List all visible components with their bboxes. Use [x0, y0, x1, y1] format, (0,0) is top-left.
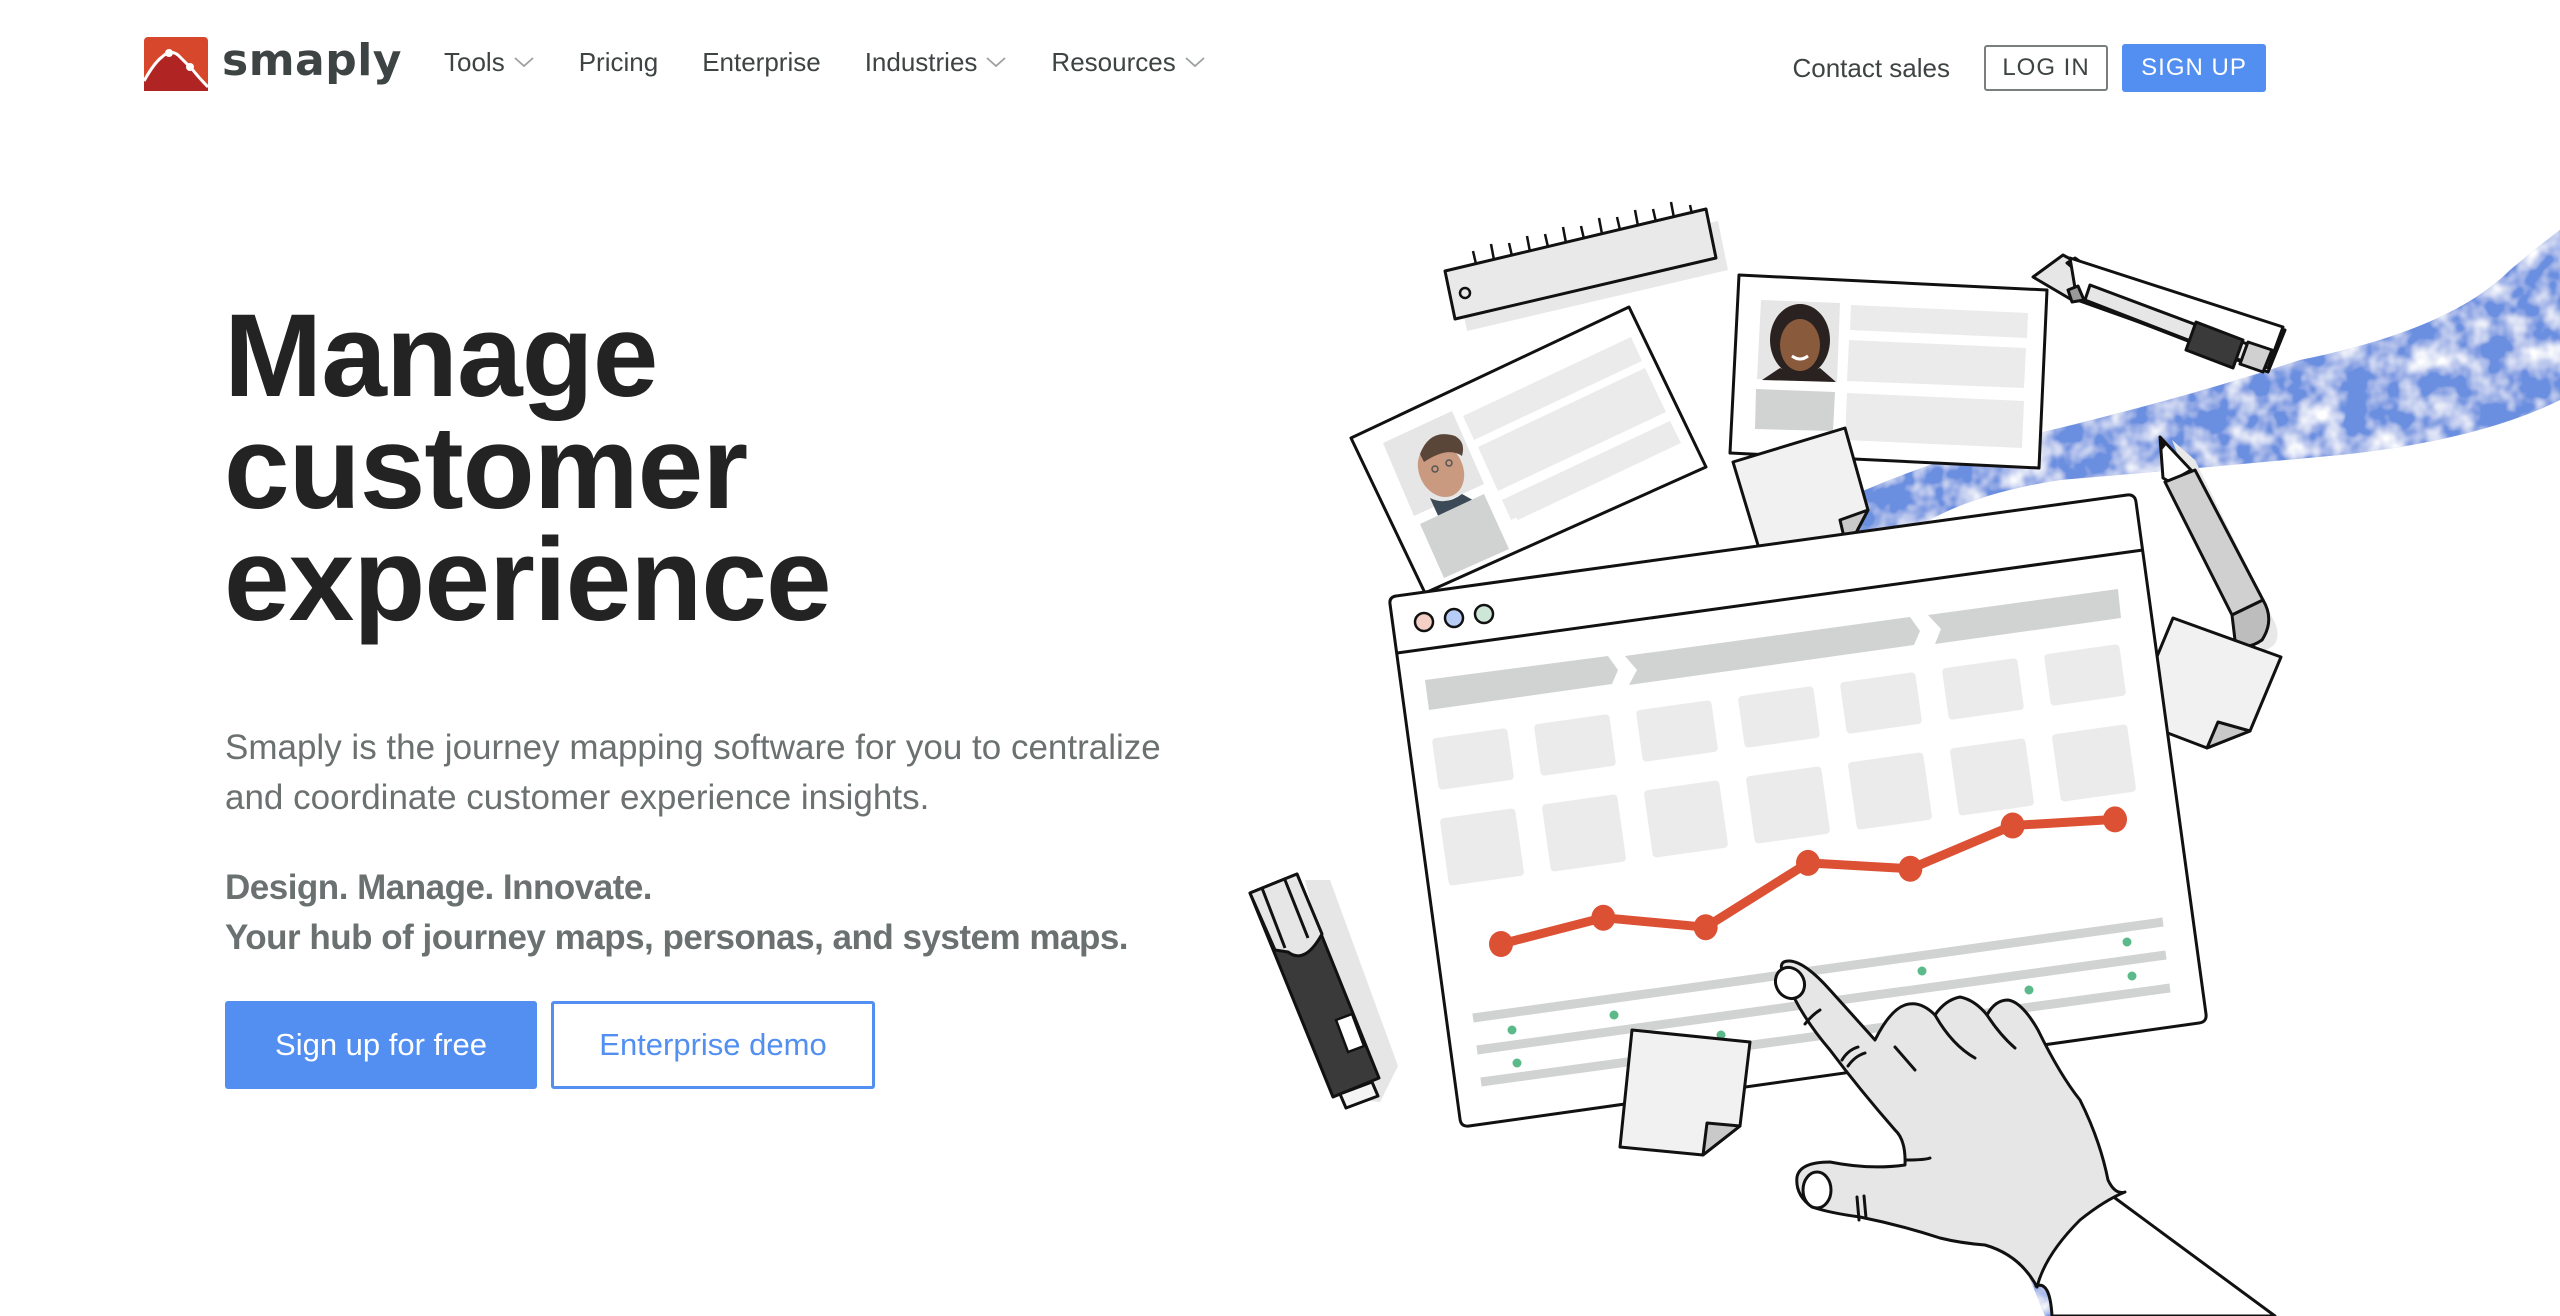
nav-pricing[interactable]: Pricing [579, 44, 658, 80]
hero-title-line: customer [224, 402, 748, 534]
main-nav: Tools Pricing Enterprise Industries Reso… [444, 44, 1250, 80]
chart-point [1898, 855, 1923, 882]
cutter-knife-illustration [2031, 253, 2287, 374]
hero-description: Smaply is the journey mapping software f… [225, 728, 1161, 817]
persona-card-left [1349, 305, 1708, 595]
nav-enterprise-label: Enterprise [702, 47, 821, 77]
chart-point [1796, 849, 1820, 876]
journey-stage-bars [1425, 589, 2121, 710]
nav-tools-label: Tools [444, 47, 505, 77]
nav-tools[interactable]: Tools [444, 44, 535, 80]
brand-logo-link[interactable]: smaply [144, 37, 402, 91]
account-nav: Contact sales LOG IN SIGN UP [1792, 44, 2266, 92]
hero-title: Manage customer experience [224, 290, 832, 646]
sticky-note [2129, 616, 2283, 750]
hero-cta-group: Sign up for free Enterprise demo [225, 1001, 875, 1089]
chevron-down-icon [1184, 55, 1206, 69]
sticky-note [1618, 1028, 1752, 1157]
persona-avatar-man [1417, 434, 1480, 520]
smaply-logo-icon [144, 37, 208, 91]
hero-tagline: Design. Manage. Innovate. Your hub of jo… [225, 863, 1275, 963]
login-button[interactable]: LOG IN [1984, 45, 2108, 91]
signup-free-button[interactable]: Sign up for free [225, 1001, 537, 1089]
nav-resources[interactable]: Resources [1051, 44, 1205, 80]
hero-illustration [1248, 201, 2560, 1316]
hero-title-line: Manage [224, 290, 658, 422]
window-close-dot [1413, 611, 1435, 633]
chart-point [1489, 931, 1513, 957]
hero-title-line: experience [224, 514, 832, 646]
browser-window-illustration [1388, 493, 2208, 1128]
journey-card-grid [1432, 644, 2136, 886]
pointing-hand-illustration [1773, 959, 2277, 1316]
journey-lanes [1472, 917, 2171, 1087]
nav-industries-label: Industries [864, 47, 978, 77]
sticky-note [1731, 426, 1870, 577]
pencil-illustration [2158, 435, 2278, 650]
nav-pricing-label: Pricing [578, 47, 659, 77]
nav-industries[interactable]: Industries [865, 44, 1008, 80]
signup-button[interactable]: SIGN UP [2122, 44, 2266, 92]
chart-line [1499, 814, 2116, 949]
blue-brush-stroke [1800, 230, 2560, 1316]
persona-card-right [1728, 273, 2049, 470]
window-minimize-dot [1443, 607, 1465, 629]
journey-chart [1489, 806, 2127, 957]
contact-sales-link[interactable]: Contact sales [1792, 53, 1950, 84]
chevron-down-icon [985, 55, 1007, 69]
chart-point [2103, 806, 2127, 833]
chart-point [1591, 904, 1616, 931]
enterprise-demo-button[interactable]: Enterprise demo [551, 1001, 875, 1089]
ruler-illustration [1443, 201, 1728, 331]
nav-resources-label: Resources [1051, 47, 1176, 77]
chart-point [2000, 812, 2025, 839]
brand-name: smaply [222, 35, 402, 86]
tagline-line: Design. Manage. Innovate. [225, 868, 653, 907]
tagline-line: Your hub of journey maps, personas, and … [225, 918, 1129, 957]
chart-point [1693, 914, 1718, 941]
nav-enterprise[interactable]: Enterprise [702, 44, 821, 80]
window-maximize-dot [1473, 603, 1495, 625]
chevron-down-icon [513, 55, 535, 69]
lane-dots [1507, 937, 2137, 1068]
persona-avatar-woman [1762, 304, 1836, 382]
